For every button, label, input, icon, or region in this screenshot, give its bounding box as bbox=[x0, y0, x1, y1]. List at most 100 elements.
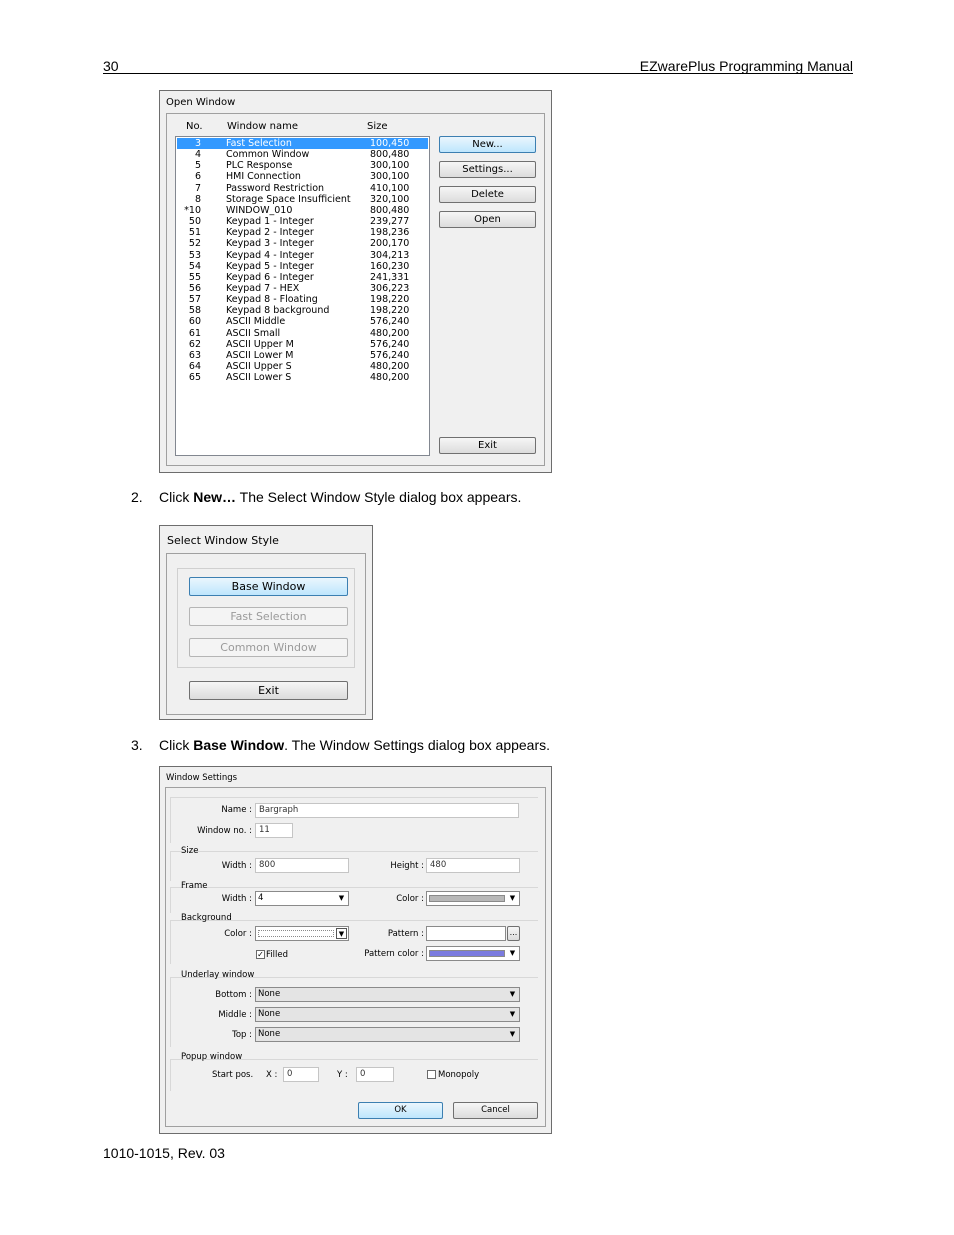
chevron-down-icon: ▼ bbox=[509, 1010, 516, 1018]
list-item[interactable]: 53 Keypad 4 - Integer 304,213 bbox=[177, 250, 428, 261]
list-item[interactable]: 54 Keypad 5 - Integer 160,230 bbox=[177, 261, 428, 272]
open-window-dialog: Open Window No. Window name Size 3 Fast S… bbox=[159, 90, 552, 473]
height-label: Height : bbox=[390, 861, 424, 871]
cell-name: Keypad 5 - Integer bbox=[226, 260, 314, 272]
frame-width-value: 4 bbox=[258, 893, 264, 903]
cancel-button[interactable]: Cancel bbox=[453, 1102, 538, 1119]
list-item[interactable]: 55 Keypad 6 - Integer 241,331 bbox=[177, 272, 428, 283]
cell-name: Password Restriction bbox=[226, 182, 325, 194]
y-field[interactable]: 0 bbox=[356, 1067, 394, 1082]
cell-name: ASCII Upper M bbox=[226, 338, 294, 350]
cell-name: Keypad 6 - Integer bbox=[226, 271, 314, 283]
list-item[interactable]: 50 Keypad 1 - Integer 239,277 bbox=[177, 216, 428, 227]
bottom-label: Bottom : bbox=[215, 990, 252, 1000]
cell-size: 198,220 bbox=[370, 305, 410, 317]
list-item[interactable]: 5 PLC Response 300,100 bbox=[177, 160, 428, 171]
settings-button[interactable]: Settings... bbox=[439, 161, 536, 178]
cell-size: 576,240 bbox=[370, 316, 410, 328]
cell-name: WINDOW_010 bbox=[226, 204, 293, 216]
column-header-no[interactable]: No. bbox=[186, 121, 203, 132]
open-button[interactable]: Open bbox=[439, 211, 536, 228]
width-label: Width : bbox=[221, 861, 252, 871]
name-field[interactable]: Bargraph bbox=[255, 803, 519, 818]
popup-group-label: Popup window bbox=[181, 1052, 243, 1062]
frame-group-label: Frame bbox=[181, 881, 208, 891]
cell-no: 64 bbox=[188, 361, 201, 372]
chevron-down-icon: ▼ bbox=[509, 894, 516, 902]
cell-no: 52 bbox=[188, 238, 201, 250]
middle-select[interactable]: None ▼ bbox=[255, 1007, 520, 1022]
height-field[interactable]: 480 bbox=[426, 858, 520, 873]
window-settings-dialog: Window Settings Name : Bargraph Window n… bbox=[159, 766, 552, 1134]
list-item[interactable]: 8 Storage Space Insufficient 320,100 bbox=[177, 194, 428, 205]
window-list[interactable]: 3 Fast Selection 100,450 4 Common Window 800,… bbox=[175, 136, 430, 456]
cell-name: Common Window bbox=[226, 149, 310, 161]
delete-button[interactable]: Delete bbox=[439, 186, 536, 203]
cell-name: Keypad 2 - Integer bbox=[226, 227, 314, 239]
width-field[interactable]: 800 bbox=[255, 858, 349, 873]
cell-size: 480,200 bbox=[370, 361, 410, 372]
x-field[interactable]: 0 bbox=[283, 1067, 319, 1082]
x-label: X : bbox=[266, 1070, 278, 1080]
column-header-name[interactable]: Window name bbox=[227, 121, 298, 132]
fast-selection-button[interactable]: Fast Selection bbox=[189, 607, 348, 626]
column-header-size[interactable]: Size bbox=[367, 121, 388, 132]
y-label: Y : bbox=[337, 1070, 348, 1080]
list-item[interactable]: 62 ASCII Upper M 576,240 bbox=[177, 339, 428, 350]
name-label: Name : bbox=[221, 805, 252, 815]
new-button[interactable]: New... bbox=[439, 136, 536, 153]
cell-name: Keypad 7 - HEX bbox=[226, 282, 300, 294]
list-item[interactable]: 3 Fast Selection 100,450 bbox=[177, 138, 428, 149]
bg-color-swatch bbox=[258, 930, 334, 937]
pattern-field[interactable] bbox=[426, 926, 506, 941]
list-item[interactable]: 6 HMI Connection 300,100 bbox=[177, 171, 428, 182]
base-window-button[interactable]: Base Window bbox=[189, 577, 348, 596]
window-no-field[interactable]: 11 bbox=[255, 823, 293, 838]
pattern-color-select[interactable]: ▼ bbox=[426, 946, 520, 961]
cell-size: 200,170 bbox=[370, 238, 410, 250]
cell-size: 306,223 bbox=[370, 282, 410, 294]
list-item[interactable]: 56 Keypad 7 - HEX 306,223 bbox=[177, 283, 428, 294]
list-item[interactable]: 60 ASCII Middle 576,240 bbox=[177, 316, 428, 327]
cell-no: 53 bbox=[188, 249, 201, 261]
bottom-select[interactable]: None ▼ bbox=[255, 987, 520, 1002]
list-item[interactable]: 65 ASCII Lower S 480,200 bbox=[177, 372, 428, 383]
list-item[interactable]: 58 Keypad 8 background 198,220 bbox=[177, 305, 428, 316]
bg-color-select[interactable]: ▼ bbox=[255, 926, 349, 941]
pattern-browse-button[interactable]: ... bbox=[507, 926, 520, 941]
pattern-color-label: Pattern color : bbox=[364, 949, 424, 959]
cell-size: 320,100 bbox=[370, 193, 410, 205]
chevron-down-icon: ▼ bbox=[336, 928, 347, 939]
filled-label: Filled bbox=[266, 950, 288, 960]
common-window-button[interactable]: Common Window bbox=[189, 638, 348, 657]
top-select[interactable]: None ▼ bbox=[255, 1027, 520, 1042]
cell-name: Keypad 3 - Integer bbox=[226, 238, 314, 250]
frame-width-label: Width : bbox=[221, 894, 252, 904]
document-revision: 1010-1015, Rev. 03 bbox=[103, 1145, 225, 1161]
underlay-group-label: Underlay window bbox=[181, 970, 255, 980]
exit-button[interactable]: Exit bbox=[439, 437, 536, 454]
list-item[interactable]: 4 Common Window 800,480 bbox=[177, 149, 428, 160]
ok-button[interactable]: OK bbox=[358, 1102, 443, 1119]
exit-button[interactable]: Exit bbox=[189, 681, 348, 700]
dialog-title: Select Window Style bbox=[167, 534, 279, 547]
list-item[interactable]: 7 Password Restriction 410,100 bbox=[177, 183, 428, 194]
cell-no: 3 bbox=[194, 138, 201, 149]
filled-checkbox[interactable]: ✓ bbox=[256, 950, 265, 959]
list-item[interactable]: *10 WINDOW_010 800,480 bbox=[177, 205, 428, 216]
list-item[interactable]: 63 ASCII Lower M 576,240 bbox=[177, 350, 428, 361]
list-item[interactable]: 51 Keypad 2 - Integer 198,236 bbox=[177, 227, 428, 238]
size-group-label: Size bbox=[181, 846, 199, 856]
list-item[interactable]: 61 ASCII Small 480,200 bbox=[177, 328, 428, 339]
chevron-down-icon: ▼ bbox=[509, 990, 516, 998]
monopoly-checkbox[interactable] bbox=[427, 1070, 436, 1079]
cell-size: 480,200 bbox=[370, 327, 410, 339]
list-item[interactable]: 52 Keypad 3 - Integer 200,170 bbox=[177, 238, 428, 249]
cell-no: 58 bbox=[188, 305, 201, 317]
list-item[interactable]: 64 ASCII Upper S 480,200 bbox=[177, 361, 428, 372]
frame-color-select[interactable]: ▼ bbox=[426, 891, 520, 906]
frame-width-select[interactable]: 4 ▼ bbox=[255, 891, 349, 906]
cell-no: 62 bbox=[188, 338, 201, 350]
cell-no: 50 bbox=[188, 216, 201, 228]
list-item[interactable]: 57 Keypad 8 - Floating 198,220 bbox=[177, 294, 428, 305]
